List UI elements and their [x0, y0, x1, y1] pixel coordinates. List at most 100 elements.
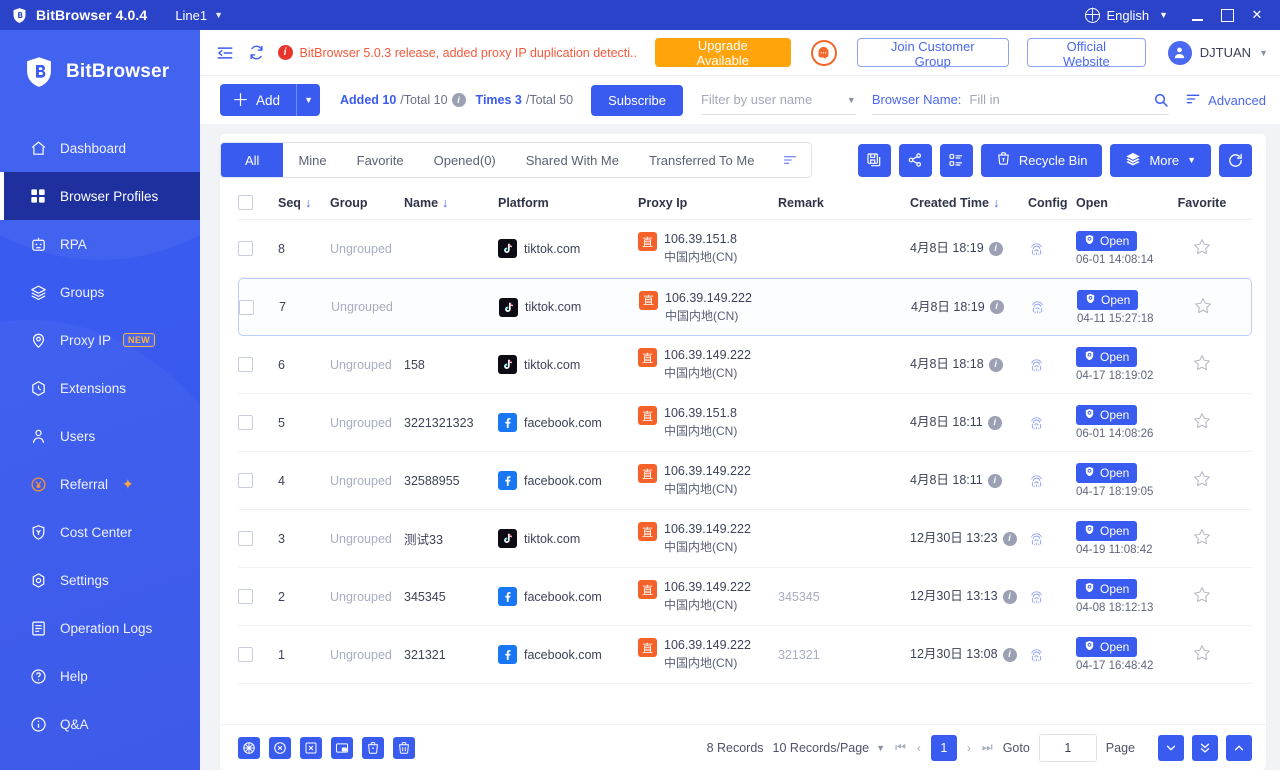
row-checkbox[interactable]: [238, 531, 253, 546]
info-icon[interactable]: i: [989, 300, 1004, 314]
user-filter-select[interactable]: Filter by user name ▼: [700, 85, 856, 115]
row-checkbox[interactable]: [239, 299, 254, 315]
column-group[interactable]: Group: [330, 196, 404, 210]
open-profile-button[interactable]: Open: [1076, 405, 1138, 425]
favorite-star-icon[interactable]: [1192, 643, 1212, 666]
tab-opened[interactable]: Opened(0): [419, 143, 511, 177]
open-profile-button[interactable]: Open: [1076, 579, 1138, 599]
refresh-button[interactable]: [1219, 143, 1252, 177]
last-page-button[interactable]: ⏭: [981, 740, 994, 755]
table-row[interactable]: 5 Ungrouped 3221321323 facebook.com 直 106.39.…: [238, 394, 1252, 452]
subscribe-button[interactable]: Subscribe: [591, 84, 683, 116]
open-profile-button[interactable]: Open: [1077, 289, 1139, 310]
open-profile-button[interactable]: Open: [1076, 637, 1138, 657]
row-checkbox[interactable]: [238, 241, 253, 256]
column-seq[interactable]: Seq ↓: [278, 196, 330, 210]
sidebar-item-users[interactable]: Users: [0, 412, 200, 460]
favorite-star-icon[interactable]: [1192, 469, 1212, 492]
browser-name-input[interactable]: [969, 92, 1146, 107]
open-profile-button[interactable]: Open: [1076, 463, 1138, 483]
release-notice[interactable]: i BitBrowser 5.0.3 release, added proxy …: [277, 45, 637, 60]
refresh-icon[interactable]: [246, 42, 268, 64]
column-created-time[interactable]: Created Time ↓: [910, 196, 1028, 210]
page-size-select[interactable]: 10 Records/Page ▼: [773, 741, 886, 755]
column-open[interactable]: Open: [1076, 196, 1174, 210]
fingerprint-icon[interactable]: [1028, 646, 1046, 664]
recycle-bin-button[interactable]: Recycle Bin: [980, 143, 1103, 177]
advanced-filter-button[interactable]: Advanced: [1185, 91, 1266, 110]
table-row[interactable]: 4 Ungrouped 32588955 facebook.com 直 106.39.14…: [238, 452, 1252, 510]
open-profile-button[interactable]: Open: [1076, 231, 1138, 251]
tab-transferred-to-me[interactable]: Transferred To Me: [634, 143, 770, 177]
table-row[interactable]: 8 Ungrouped tiktok.com 直 106.39.151.8 中国内地(CN…: [238, 220, 1252, 278]
info-icon[interactable]: i: [988, 357, 1003, 372]
info-icon[interactable]: i: [987, 473, 1002, 488]
fingerprint-icon[interactable]: [1029, 298, 1047, 316]
export-excel-button[interactable]: [300, 736, 322, 759]
first-page-button[interactable]: ⏮: [894, 740, 907, 755]
favorite-star-icon[interactable]: [1192, 527, 1212, 550]
row-checkbox[interactable]: [238, 589, 253, 604]
info-icon[interactable]: i: [1002, 647, 1017, 662]
column-remark[interactable]: Remark: [778, 196, 910, 210]
scroll-up-button[interactable]: [1226, 734, 1252, 761]
more-button[interactable]: More ▼: [1110, 143, 1211, 177]
collapse-sidebar-icon[interactable]: [214, 42, 236, 64]
table-row[interactable]: 7 Ungrouped tiktok.com 直 106.39.149.222 中国内地(…: [238, 278, 1252, 336]
row-checkbox[interactable]: [238, 647, 253, 662]
column-name[interactable]: Name ↓: [404, 196, 498, 210]
favorite-star-icon[interactable]: [1192, 353, 1212, 376]
tab-favorite[interactable]: Favorite: [342, 143, 419, 177]
prev-page-button[interactable]: ‹: [916, 741, 922, 755]
column-settings-button[interactable]: [939, 143, 973, 177]
table-row[interactable]: 1 Ungrouped 321321 facebook.com 直 106.39.149.…: [238, 626, 1252, 684]
column-config[interactable]: Config: [1028, 196, 1076, 210]
column-platform[interactable]: Platform: [498, 196, 638, 210]
close-button[interactable]: ✕: [1242, 0, 1272, 30]
open-profile-button[interactable]: Open: [1076, 347, 1138, 367]
fingerprint-icon[interactable]: [1028, 414, 1046, 432]
headset-icon[interactable]: [810, 39, 837, 66]
join-customer-group-button[interactable]: Join Customer Group: [856, 38, 1009, 69]
sidebar-item-extensions[interactable]: Extensions: [0, 364, 200, 412]
page-number-1[interactable]: 1: [930, 734, 957, 761]
sidebar-item-settings[interactable]: Settings: [0, 556, 200, 604]
column-favorite[interactable]: Favorite: [1174, 196, 1230, 210]
fingerprint-icon[interactable]: [1028, 588, 1046, 606]
next-page-button[interactable]: ›: [966, 741, 972, 755]
add-dropdown-button[interactable]: ▼: [296, 84, 321, 116]
upgrade-button[interactable]: Upgrade Available: [654, 38, 791, 68]
tab-sort-button[interactable]: [769, 152, 811, 168]
open-profile-button[interactable]: Open: [1076, 521, 1138, 541]
sidebar-item-operation-logs[interactable]: Operation Logs: [0, 604, 200, 652]
official-website-button[interactable]: Official Website: [1026, 38, 1146, 69]
sidebar-item-rpa[interactable]: RPA: [0, 220, 200, 268]
tab-all[interactable]: All: [221, 143, 284, 177]
fingerprint-icon[interactable]: [1028, 356, 1046, 374]
recycle-button[interactable]: [362, 736, 384, 759]
favorite-star-icon[interactable]: [1192, 585, 1212, 608]
table-row[interactable]: 2 Ungrouped 345345 facebook.com 直 106.39.149.…: [238, 568, 1252, 626]
info-icon[interactable]: i: [1002, 589, 1017, 604]
table-row[interactable]: 3 Ungrouped 测试33 tiktok.com 直 106.39.149.222 中…: [238, 510, 1252, 568]
share-button[interactable]: [898, 143, 932, 177]
sidebar-item-groups[interactable]: Groups: [0, 268, 200, 316]
fingerprint-icon[interactable]: [1028, 472, 1046, 490]
goto-page-input[interactable]: [1038, 733, 1097, 762]
minimize-button[interactable]: [1182, 0, 1212, 30]
info-icon[interactable]: i: [451, 93, 466, 107]
search-icon[interactable]: [1153, 92, 1169, 108]
chevron-down-icon[interactable]: ▼: [214, 10, 223, 20]
line-selector-label[interactable]: Line1: [175, 8, 207, 23]
info-icon[interactable]: i: [987, 415, 1002, 430]
row-checkbox[interactable]: [238, 415, 253, 430]
sidebar-item-qa[interactable]: Q&A: [0, 700, 200, 748]
tab-shared-with-me[interactable]: Shared With Me: [511, 143, 634, 177]
row-checkbox[interactable]: [238, 473, 253, 488]
sidebar-item-help[interactable]: Help: [0, 652, 200, 700]
fingerprint-batch-button[interactable]: [238, 736, 260, 759]
sidebar-item-cost-center[interactable]: Cost Center: [0, 508, 200, 556]
table-row[interactable]: 6 Ungrouped 158 tiktok.com 直 106.39.149.222 中国…: [238, 336, 1252, 394]
favorite-star-icon[interactable]: [1192, 411, 1212, 434]
select-all-checkbox[interactable]: [238, 195, 253, 210]
